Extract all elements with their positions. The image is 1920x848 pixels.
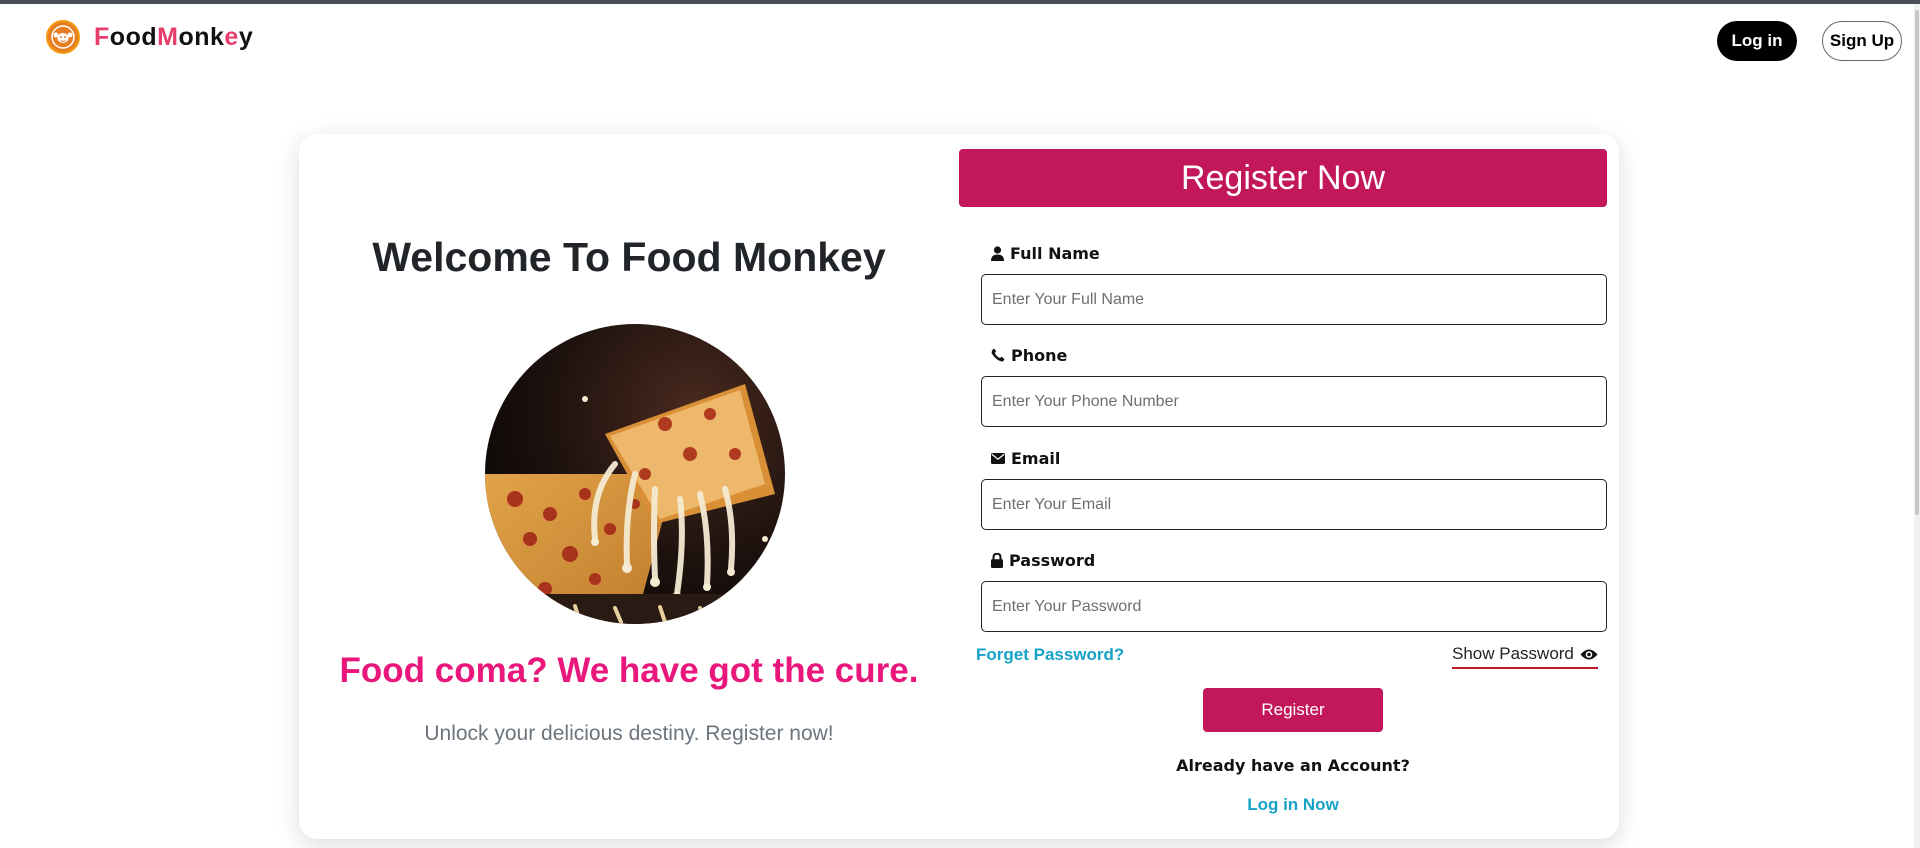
register-card: Welcome To Food Monkey Food coma? We hav… [299, 134, 1619, 839]
lock-icon [991, 552, 1003, 568]
navbar: FoodMonkey Log in Sign Up [0, 4, 1914, 72]
register-button[interactable]: Register [1203, 688, 1383, 732]
brand-letter: e [224, 22, 239, 51]
brand-letter: y [238, 22, 254, 51]
brand[interactable]: FoodMonkey [46, 20, 253, 54]
brand-name[interactable]: FoodMonkey [94, 23, 253, 52]
email-label: Email [991, 448, 1607, 468]
brand-letter: o [125, 22, 142, 51]
phone-input[interactable] [981, 376, 1607, 427]
scrollbar-thumb[interactable] [1915, 10, 1919, 515]
tagline: Food coma? We have got the cure. [339, 651, 919, 690]
user-icon [991, 245, 1004, 261]
password-group: Password [981, 550, 1607, 632]
pizza-photo [485, 324, 785, 624]
welcome-panel: Welcome To Food Monkey Food coma? We hav… [299, 134, 959, 839]
password-label: Password [991, 550, 1607, 570]
login-button[interactable]: Log in [1717, 21, 1797, 61]
already-account-text: Already have an Account? [1176, 756, 1410, 775]
email-label-text: Email [1011, 448, 1061, 468]
full-name-label-text: Full Name [1010, 243, 1100, 263]
phone-group: Phone [981, 345, 1607, 427]
login-now-link[interactable]: Log in Now [959, 795, 1627, 815]
brand-letter: k [210, 22, 225, 51]
brand-letter: n [194, 22, 211, 51]
phone-icon [991, 348, 1005, 362]
full-name-label: Full Name [991, 243, 1607, 263]
phone-label: Phone [991, 345, 1607, 365]
welcome-title: Welcome To Food Monkey [372, 234, 886, 280]
brand-letter: M [157, 22, 179, 51]
welcome-subtitle: Unlock your delicious destiny. Register … [424, 722, 834, 745]
page-scrollbar[interactable] [1914, 4, 1920, 848]
forgot-password-link[interactable]: Forget Password? [976, 645, 1124, 665]
phone-label-text: Phone [1011, 345, 1068, 365]
envelope-icon [991, 452, 1005, 464]
email-input[interactable] [981, 479, 1607, 530]
password-input[interactable] [981, 581, 1607, 632]
full-name-input[interactable] [981, 274, 1607, 325]
show-password-toggle[interactable]: Show Password [1452, 644, 1598, 669]
full-name-group: Full Name [981, 243, 1607, 325]
password-label-text: Password [1009, 550, 1096, 570]
show-password-label: Show Password [1452, 644, 1574, 663]
brand-letter: o [178, 22, 195, 51]
register-heading: Register Now [959, 149, 1607, 207]
brand-letter: o [109, 22, 126, 51]
brand-letter: d [141, 22, 158, 51]
email-group: Email [981, 448, 1607, 530]
signup-button[interactable]: Sign Up [1822, 21, 1902, 61]
brand-letter: F [94, 22, 110, 51]
eye-icon [1580, 649, 1598, 659]
monkey-logo-icon [46, 20, 80, 54]
